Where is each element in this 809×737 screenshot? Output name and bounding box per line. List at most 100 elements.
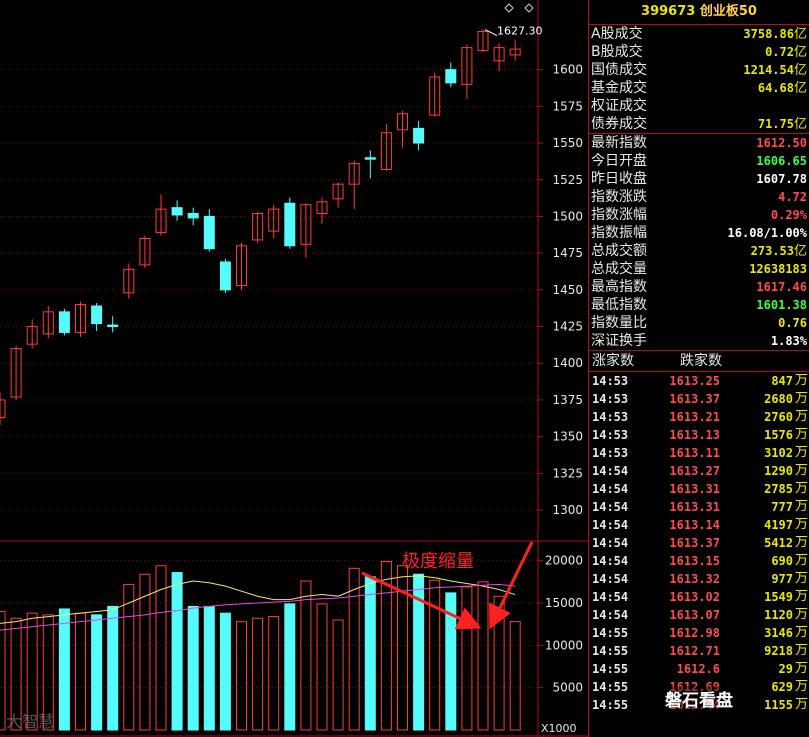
tick-time: 14:54 xyxy=(592,554,629,568)
annotation-text: 极度缩量 xyxy=(402,551,474,572)
kline-chart[interactable]: 1600 1575 1550 1525 1500 1475 1450 1425 1400 1375… xyxy=(0,0,588,737)
index-stat-label: 指数涨幅 xyxy=(591,207,647,223)
tick-row[interactable]: 14:55 1612.71 9218 万 xyxy=(589,642,809,660)
volume-bar xyxy=(219,612,231,731)
index-stat-row: 指数量比 0.76 xyxy=(589,314,809,332)
tick-volume: 3146 万 xyxy=(764,625,808,640)
volume-bar xyxy=(477,581,489,731)
tick-price: 1613.02 xyxy=(669,590,720,604)
turnover-row: B股成交 0.72亿 xyxy=(589,43,809,61)
volume-tick-label: 20000 xyxy=(545,554,583,568)
index-stat-label: 最低指数 xyxy=(591,297,647,313)
index-stat-row: 总成交额 273.53亿 xyxy=(589,242,809,260)
tick-list[interactable]: 14:53 1613.25 847 万 14:53 1613.37 2680 万 14:53 16… xyxy=(589,372,809,714)
tick-time: 14:54 xyxy=(592,464,629,478)
index-stat-value: 273.53亿 xyxy=(750,243,807,259)
tick-row[interactable]: 14:54 1613.27 1290 万 xyxy=(589,462,809,480)
volume-bar xyxy=(300,580,312,731)
tick-row[interactable]: 14:55 1612.6 29 万 xyxy=(589,660,809,678)
volume-bar xyxy=(348,567,360,731)
tick-row[interactable]: 14:54 1613.32 977 万 xyxy=(589,570,809,588)
price-tick-label: 1375 xyxy=(552,393,583,407)
index-stat-value: 16.08/1.00% xyxy=(727,225,807,240)
tick-volume: 5412 万 xyxy=(764,535,808,550)
volume-bar xyxy=(171,572,183,731)
tick-volume: 1290 万 xyxy=(764,463,808,478)
turnover-row: 权证成交 xyxy=(589,97,809,115)
tick-price: 1612.71 xyxy=(669,644,720,658)
tick-row[interactable]: 14:54 1613.37 5412 万 xyxy=(589,534,809,552)
tick-time: 14:54 xyxy=(592,590,629,604)
volume-bar xyxy=(461,586,473,731)
price-tick-label: 1400 xyxy=(552,356,583,370)
tick-row[interactable]: 14:53 1613.37 2680 万 xyxy=(589,390,809,408)
tick-row[interactable]: 14:54 1613.14 4197 万 xyxy=(589,516,809,534)
down-count-label: 跌家数 xyxy=(680,353,722,369)
diamond-icon xyxy=(524,3,534,13)
candle-body xyxy=(445,69,457,84)
candle-body xyxy=(284,202,296,247)
tick-price: 1613.31 xyxy=(669,500,720,514)
candle-body xyxy=(187,213,199,219)
volume-bar xyxy=(75,612,86,731)
index-stat-value: 4.72 xyxy=(778,189,807,204)
index-stat-label: 总成交量 xyxy=(591,261,647,277)
index-stat-value: 1606.65 xyxy=(756,153,807,168)
index-stat-row: 最高指数 1617.46 xyxy=(589,278,809,296)
volume-bar xyxy=(332,619,344,731)
tick-time: 14:54 xyxy=(592,500,629,514)
tick-price: 1613.14 xyxy=(669,518,720,532)
index-stat-label: 指数振幅 xyxy=(591,225,647,241)
market-turnover-list: A股成交 3758.86亿 B股成交 0.72亿 国债成交 1214.54亿 基金成交 64.… xyxy=(589,25,809,133)
price-tick-label: 1575 xyxy=(552,99,583,113)
index-stat-value: 1.83% xyxy=(770,333,807,348)
tick-row[interactable]: 14:53 1613.25 847 万 xyxy=(589,372,809,390)
brand-watermark: 磐石看盘 xyxy=(661,686,737,711)
index-stats-list: 最新指数 1612.50 今日开盘 1606.65 昨日收盘 1607.78 指数涨跌 4.7… xyxy=(589,134,809,350)
index-stat-row: 最新指数 1612.50 xyxy=(589,134,809,152)
tick-volume: 29 万 xyxy=(778,661,808,676)
tick-time: 14:54 xyxy=(592,608,629,622)
turnover-row: 基金成交 64.68亿 xyxy=(589,79,809,97)
tick-row[interactable]: 14:54 1613.07 1120 万 xyxy=(589,606,809,624)
turnover-row: A股成交 3758.86亿 xyxy=(589,25,809,43)
tick-time: 14:55 xyxy=(592,626,629,640)
tick-row[interactable]: 14:53 1613.21 2760 万 xyxy=(589,408,809,426)
tick-volume: 2785 万 xyxy=(764,481,808,496)
index-stat-value: 0.29% xyxy=(770,207,807,222)
tick-row[interactable]: 14:54 1613.15 690 万 xyxy=(589,552,809,570)
volume-bar xyxy=(364,576,376,731)
volume-bar xyxy=(187,605,199,731)
price-tick-label: 1425 xyxy=(552,320,583,334)
tick-time: 14:54 xyxy=(592,536,629,550)
candle-body xyxy=(0,399,6,419)
volume-bar xyxy=(203,605,215,731)
annotation-arrow-right xyxy=(489,541,534,630)
index-stat-row: 指数涨幅 0.29% xyxy=(589,206,809,224)
tick-volume: 777 万 xyxy=(771,499,808,514)
volume-tick-label: 10000 xyxy=(545,638,583,652)
tick-volume: 2680 万 xyxy=(764,391,808,406)
index-stat-row: 最低指数 1601.38 xyxy=(589,296,809,314)
tick-row[interactable]: 14:54 1613.02 1549 万 xyxy=(589,588,809,606)
tick-row[interactable]: 14:53 1613.11 3102 万 xyxy=(589,444,809,462)
turnover-value: 71.75亿 xyxy=(757,116,807,132)
tick-row[interactable]: 14:54 1613.31 2785 万 xyxy=(589,480,809,498)
tick-price: 1613.11 xyxy=(669,446,720,460)
volume-tick-label: 5000 xyxy=(552,681,583,695)
tick-price: 1612.98 xyxy=(669,626,720,640)
tick-row[interactable]: 14:54 1613.31 777 万 xyxy=(589,498,809,516)
tick-row[interactable]: 14:55 1612.98 3146 万 xyxy=(589,624,809,642)
tick-volume: 1549 万 xyxy=(764,589,808,604)
tick-row[interactable]: 14:53 1613.13 1576 万 xyxy=(589,426,809,444)
candle-body xyxy=(58,311,70,333)
index-stat-row: 指数振幅 16.08/1.00% xyxy=(589,224,809,242)
tick-time: 14:53 xyxy=(592,410,629,424)
index-stat-label: 总成交额 xyxy=(591,243,647,259)
price-tick-label: 1550 xyxy=(552,136,583,150)
index-stat-label: 最新指数 xyxy=(591,135,647,151)
volume-bar xyxy=(123,583,135,731)
volume-bar xyxy=(316,603,328,731)
price-tick-label: 1300 xyxy=(552,503,583,517)
price-tick-label: 1475 xyxy=(552,246,583,260)
